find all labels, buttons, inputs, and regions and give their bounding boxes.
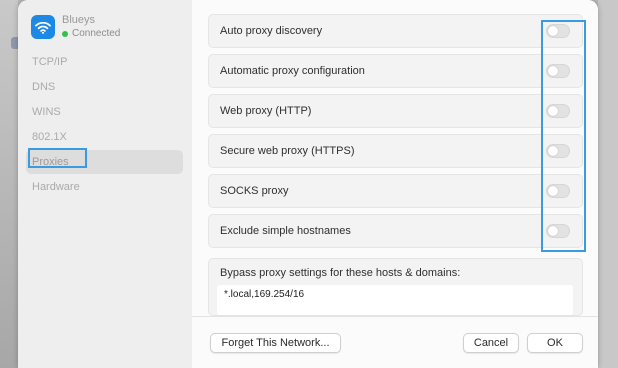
proxy-row-exclude-simple: Exclude simple hostnames (208, 214, 583, 248)
proxy-row-label: Auto proxy discovery (220, 25, 323, 37)
cancel-button[interactable]: Cancel (463, 333, 519, 353)
status-dot-icon (62, 30, 68, 37)
sidebar-item-tcpip[interactable]: TCP/IP (26, 50, 183, 74)
network-header: Blueys Connected (31, 14, 120, 40)
bypass-hosts-value: *.local,169.254/16 (224, 289, 305, 300)
proxy-row-auto-config: Automatic proxy configuration (208, 54, 583, 88)
bypass-section: Bypass proxy settings for these hosts & … (208, 258, 583, 316)
proxy-row-label: SOCKS proxy (220, 185, 289, 197)
proxy-options-list: Auto proxy discovery Automatic proxy con… (208, 14, 583, 254)
network-name: Blueys (62, 14, 96, 26)
proxy-row-secure-https: Secure web proxy (HTTPS) (208, 134, 583, 168)
network-status-label: Connected (72, 28, 121, 39)
bypass-label: Bypass proxy settings for these hosts & … (220, 267, 461, 279)
ok-button[interactable]: OK (527, 333, 583, 353)
proxy-row-socks: SOCKS proxy (208, 174, 583, 208)
proxy-row-web-http: Web proxy (HTTP) (208, 94, 583, 128)
sidebar-list: TCP/IP DNS WINS 802.1X Proxies Hardware (26, 50, 183, 200)
network-status: Connected (62, 27, 120, 40)
sidebar-item-8021x[interactable]: 802.1X (26, 125, 183, 149)
proxy-row-auto-discovery: Auto proxy discovery (208, 14, 583, 48)
proxy-row-label: Exclude simple hostnames (220, 225, 351, 237)
proxies-panel: Auto proxy discovery Automatic proxy con… (192, 0, 598, 368)
background-window (0, 0, 23, 368)
sidebar-item-wins[interactable]: WINS (26, 100, 183, 124)
sidebar-item-dns[interactable]: DNS (26, 75, 183, 99)
network-details-dialog: Blueys Connected TCP/IP DNS WINS 802.1X … (18, 0, 598, 368)
proxy-row-label: Secure web proxy (HTTPS) (220, 145, 355, 157)
bypass-hosts-field[interactable]: *.local,169.254/16 (217, 285, 573, 315)
sidebar-item-hardware[interactable]: Hardware (26, 175, 183, 199)
wifi-icon (31, 15, 55, 39)
footer-divider (192, 316, 598, 317)
proxy-row-label: Automatic proxy configuration (220, 65, 365, 77)
forget-network-button[interactable]: Forget This Network... (210, 333, 341, 353)
proxies-highlight-box (28, 148, 87, 168)
proxy-row-label: Web proxy (HTTP) (220, 105, 312, 117)
background-window-right (598, 0, 618, 368)
toggles-highlight-box (541, 20, 586, 252)
sidebar: Blueys Connected TCP/IP DNS WINS 802.1X … (18, 0, 193, 368)
